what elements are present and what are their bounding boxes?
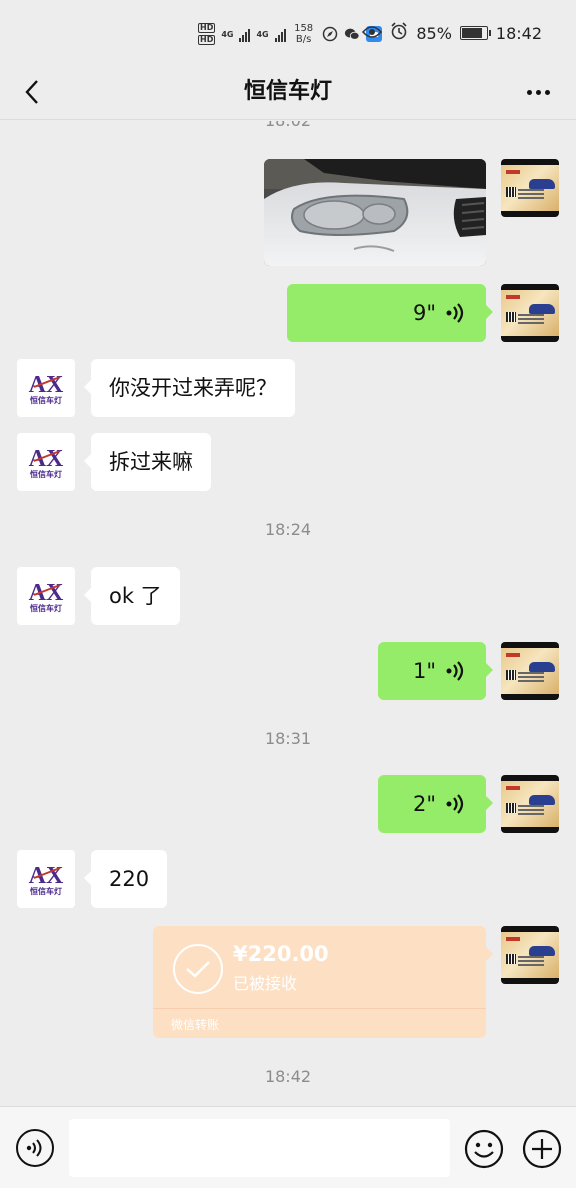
clock: 18:42: [495, 23, 542, 43]
status-bar: HD HD 4G 4G 158 B/s 85% 18:42: [0, 0, 576, 64]
check-circle-icon: [173, 944, 223, 994]
transfer-label: 微信转账: [171, 1018, 220, 1032]
net-speed-unit: B/s: [295, 34, 312, 45]
voice-duration: 9": [412, 301, 436, 325]
svg-text:AX: AX: [29, 446, 64, 469]
my-avatar[interactable]: [501, 284, 559, 342]
battery-percent: 85%: [416, 23, 452, 43]
shop-logo-text: 恒信车灯: [30, 469, 62, 479]
shop-logo-icon: AX: [29, 446, 64, 469]
voice-message[interactable]: 2": [378, 775, 493, 833]
svg-text:AX: AX: [29, 863, 64, 886]
voice-duration: 1": [412, 659, 436, 683]
message-list[interactable]: 18:02 9" AX: [0, 121, 576, 1106]
input-bar: [0, 1106, 576, 1188]
voice-duration: 2": [412, 792, 436, 816]
chat-header: 恒信车灯: [0, 64, 576, 120]
text-message[interactable]: ok 了: [84, 567, 180, 625]
message-input[interactable]: [69, 1119, 450, 1177]
voice-wave-icon: [446, 794, 464, 814]
alarm-icon: [390, 22, 408, 44]
transfer-amount: ¥220.00: [233, 942, 329, 966]
contact-avatar[interactable]: AX 恒信车灯: [17, 850, 75, 908]
compass-icon: [322, 26, 338, 42]
more-button[interactable]: [520, 74, 556, 110]
timestamp: 18:31: [264, 729, 312, 748]
net-speed-value: 158: [294, 23, 314, 34]
chat-title: 恒信车灯: [243, 79, 332, 104]
voice-input-button[interactable]: [16, 1129, 54, 1167]
network-type-1: 4G: [221, 29, 234, 39]
hd-badge-1: HD: [198, 23, 216, 33]
battery-icon: [459, 26, 491, 40]
voice-input-icon: [26, 1139, 42, 1157]
eye-icon: [362, 24, 383, 43]
text-message[interactable]: 220: [83, 850, 168, 908]
voice-wave-icon: [446, 661, 464, 681]
shop-logo-text: 恒信车灯: [30, 886, 62, 896]
transfer-divider: [153, 1008, 486, 1009]
status-right: 85% 18:42: [362, 22, 542, 44]
shop-logo-icon: AX: [29, 372, 64, 395]
contact-avatar[interactable]: AX 恒信车灯: [17, 567, 75, 625]
voice-wave-icon: [446, 303, 464, 323]
voice-message[interactable]: 1": [378, 642, 493, 700]
net-speed: 158 B/s: [292, 23, 316, 45]
shop-logo-icon: AX: [29, 580, 64, 603]
timestamp-partial: 18:02: [0, 121, 576, 130]
contact-avatar[interactable]: AX 恒信车灯: [17, 359, 75, 417]
status-left: HD HD 4G 4G 158 B/s: [198, 18, 382, 50]
car-headlight-photo: [264, 159, 486, 266]
svg-text:AX: AX: [29, 580, 64, 603]
voice-message[interactable]: 9": [287, 284, 493, 342]
plus-icon: [522, 1129, 562, 1169]
shop-logo-text: 恒信车灯: [30, 603, 62, 613]
my-avatar[interactable]: [501, 775, 559, 833]
svg-text:AX: AX: [29, 372, 64, 395]
my-avatar[interactable]: [501, 642, 559, 700]
emoji-icon: [464, 1129, 504, 1169]
timestamp: 18:24: [264, 520, 312, 539]
transfer-message[interactable]: ¥220.00 已被接收 微信转账: [153, 926, 493, 1038]
shop-logo-text: 恒信车灯: [30, 395, 62, 405]
image-message[interactable]: [264, 159, 486, 266]
hd-badge-2: HD: [198, 35, 216, 45]
text-message[interactable]: 你没开过来弄呢？: [84, 359, 295, 417]
signal-icon-2: [274, 26, 286, 42]
my-avatar[interactable]: [501, 926, 559, 984]
signal-icon-1: [239, 26, 251, 42]
contact-avatar[interactable]: AX 恒信车灯: [17, 433, 75, 491]
more-dots-icon: [526, 89, 532, 95]
emoji-button[interactable]: [464, 1129, 504, 1169]
text-message[interactable]: 拆过来嘛: [84, 433, 211, 491]
hd-indicators: HD HD: [198, 23, 216, 45]
wechat-icon: [344, 26, 360, 42]
more-functions-button[interactable]: [522, 1129, 562, 1169]
shop-logo-icon: AX: [29, 863, 64, 886]
transfer-status: 已被接收: [233, 974, 298, 993]
timestamp: 18:42: [264, 1067, 312, 1086]
network-type-2: 4G: [256, 29, 269, 39]
my-avatar[interactable]: [501, 159, 559, 217]
